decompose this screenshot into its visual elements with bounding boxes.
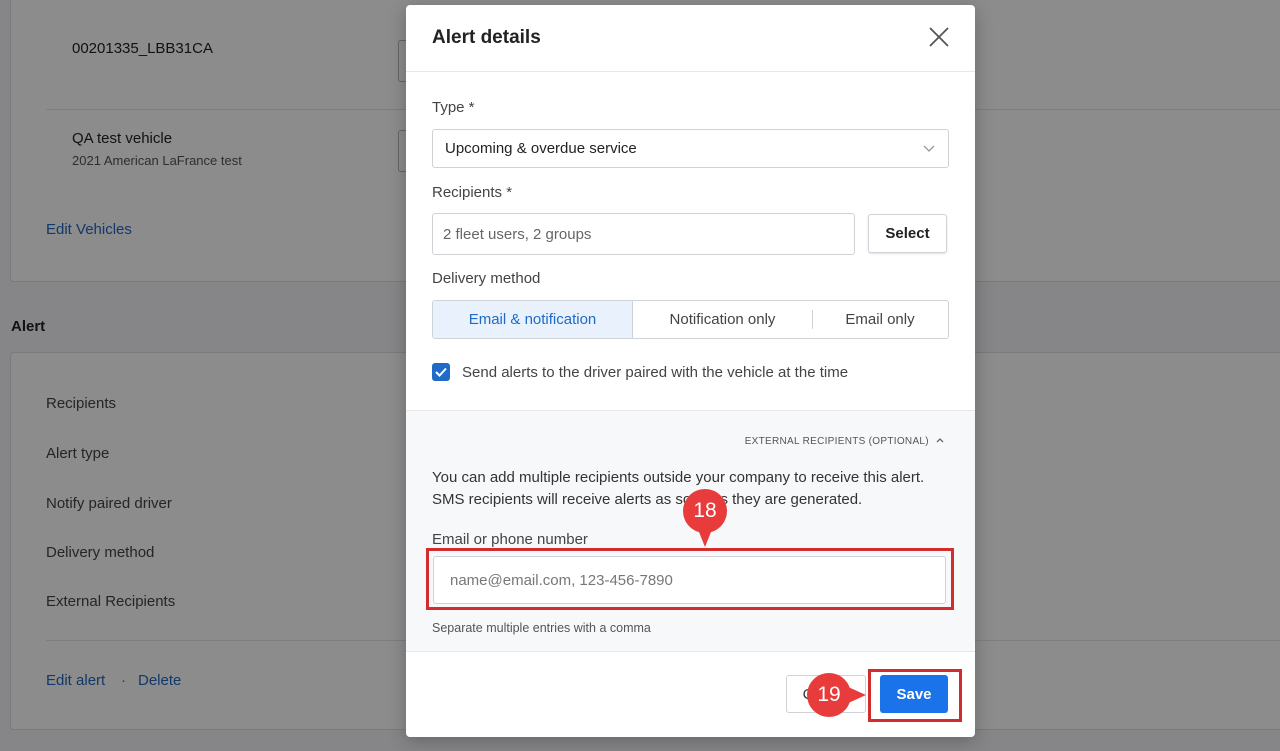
close-icon[interactable]: [927, 25, 951, 49]
recipients-field[interactable]: 2 fleet users, 2 groups: [432, 213, 855, 255]
type-label: Type *: [432, 99, 475, 116]
send-to-driver-label: Send alerts to the driver paired with th…: [462, 364, 849, 381]
step-marker-18: 18: [683, 489, 727, 547]
select-recipients-button[interactable]: Select: [868, 214, 947, 253]
type-select-value: Upcoming & overdue service: [445, 140, 637, 157]
email-phone-hint: Separate multiple entries with a comma: [432, 621, 651, 635]
external-recipients-section: EXTERNAL RECIPIENTS (OPTIONAL) You can a…: [406, 410, 975, 652]
delivery-option-email-only[interactable]: Email only: [812, 301, 948, 338]
save-button[interactable]: Save: [880, 675, 948, 713]
type-select[interactable]: Upcoming & overdue service: [432, 129, 949, 168]
delivery-option-email-only-label: Email only: [845, 311, 915, 328]
delivery-method-label: Delivery method: [432, 270, 541, 287]
send-to-driver-checkbox[interactable]: [432, 363, 450, 381]
delivery-option-email-notification[interactable]: Email & notification: [433, 301, 633, 338]
chevron-down-icon: [922, 142, 936, 156]
external-recipients-toggle[interactable]: EXTERNAL RECIPIENTS (OPTIONAL): [745, 436, 945, 447]
step-marker-19: 19: [807, 673, 866, 717]
chevron-up-icon: [936, 438, 944, 443]
modal-title: Alert details: [432, 27, 541, 48]
modal-header: Alert details: [406, 5, 975, 72]
external-recipients-toggle-label: EXTERNAL RECIPIENTS (OPTIONAL): [744, 436, 929, 447]
checkmark-icon: [435, 367, 447, 377]
delivery-method-selector: Email & notification Notification only E…: [432, 300, 949, 339]
segment-divider: [812, 310, 813, 329]
delivery-option-notification-only[interactable]: Notification only: [633, 301, 812, 338]
email-phone-label: Email or phone number: [432, 531, 588, 548]
recipients-value: 2 fleet users, 2 groups: [443, 226, 592, 243]
alert-details-modal: Alert details Type * Upcoming & overdue …: [406, 5, 975, 737]
email-phone-input[interactable]: [433, 556, 946, 604]
recipients-label: Recipients *: [432, 184, 513, 201]
